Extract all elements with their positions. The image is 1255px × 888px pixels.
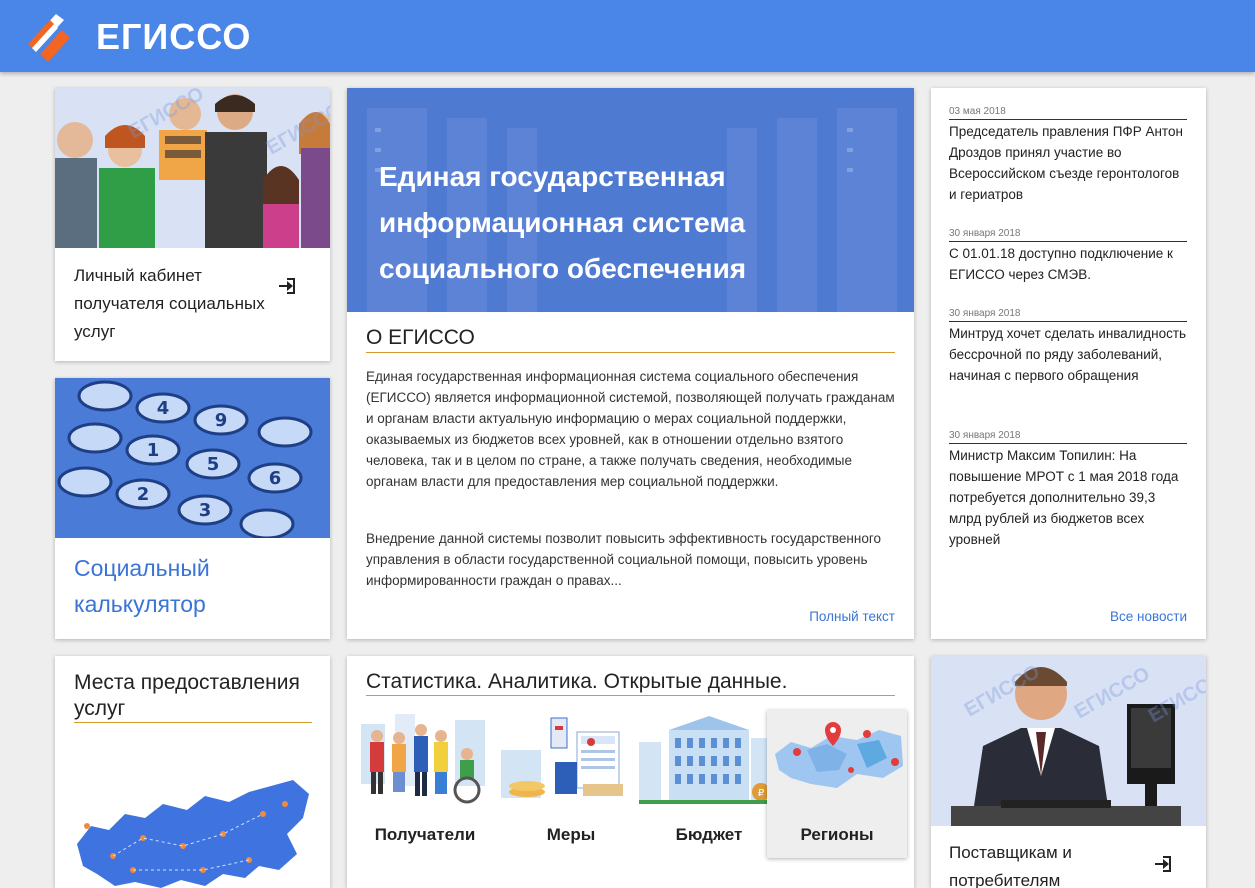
login-icon[interactable] xyxy=(277,276,297,296)
stat-tile-measures[interactable]: Меры xyxy=(501,710,641,858)
news-text[interactable]: Минтруд хочет сделать инвалидность бесср… xyxy=(949,323,1187,386)
hero-title: Единая государственная информационная си… xyxy=(379,161,747,284)
news-text[interactable]: С 01.01.18 доступно подключение к ЕГИССО… xyxy=(949,243,1187,285)
regions-illustration-icon xyxy=(775,722,903,788)
news-text[interactable]: Председатель правления ПФР Антон Дроздов… xyxy=(949,121,1187,205)
news-text[interactable]: Министр Максим Топилин: На повышение МРО… xyxy=(949,445,1187,550)
about-paragraph-2: Внедрение данной системы позволит повыси… xyxy=(366,531,881,588)
stat-tile-recipients[interactable]: Получатели xyxy=(355,710,495,858)
svg-text:1: 1 xyxy=(147,440,160,461)
measures-illustration-icon xyxy=(501,717,623,798)
calculator-title[interactable]: Социальный калькулятор xyxy=(74,550,314,622)
news-item[interactable]: 30 января 2018 С 01.01.18 доступно подкл… xyxy=(949,228,1187,285)
svg-text:₽: ₽ xyxy=(758,788,765,799)
about-card: Единая государственная информационная си… xyxy=(347,88,914,639)
egisso-logo-icon[interactable] xyxy=(22,8,74,64)
all-news-link[interactable]: Все новости xyxy=(1110,609,1187,624)
news-date: 30 января 2018 xyxy=(949,228,1187,242)
login-icon[interactable] xyxy=(1153,854,1173,874)
stat-tile-budget[interactable]: ₽ Бюджет xyxy=(639,710,779,858)
news-item[interactable]: 30 января 2018 Минтруд хочет сделать инв… xyxy=(949,308,1187,386)
news-date: 03 мая 2018 xyxy=(949,106,1187,120)
calculator-keys-photo: 4 9 1 5 6 2 3 xyxy=(55,378,330,540)
recipients-illustration-icon xyxy=(361,714,485,804)
stat-label[interactable]: Меры xyxy=(501,825,641,845)
places-title[interactable]: Места предоставления услуг xyxy=(74,670,312,723)
news-item[interactable]: 30 января 2018 Министр Максим Топилин: Н… xyxy=(949,430,1187,550)
logo-text[interactable]: ЕГИССО xyxy=(96,16,251,58)
server-room-banner: Единая государственная информационная си… xyxy=(347,88,914,312)
news-card: 03 мая 2018 Председатель правления ПФР А… xyxy=(931,88,1206,639)
cabinet-title[interactable]: Личный кабинет получателя социальных усл… xyxy=(74,262,274,346)
personal-cabinet-card[interactable]: ЕГИССО ЕГИССО Личный кабинет получателя … xyxy=(55,88,330,361)
budget-illustration-icon: ₽ xyxy=(639,716,779,804)
russia-map-icon xyxy=(77,780,309,888)
svg-text:3: 3 xyxy=(199,500,212,521)
svg-text:4: 4 xyxy=(157,398,170,419)
suppliers-card[interactable]: ЕГИССО ЕГИССО ЕГИССО Поставщикам и потре… xyxy=(931,656,1206,888)
statistics-card: Статистика. Аналитика. Открытые данные. … xyxy=(347,656,914,888)
about-paragraph-1: Единая государственная информационная си… xyxy=(366,369,895,489)
full-text-link[interactable]: Полный текст xyxy=(809,609,895,624)
official-at-computer-photo: ЕГИССО ЕГИССО ЕГИССО xyxy=(931,656,1206,826)
svg-text:6: 6 xyxy=(269,468,282,489)
stat-label[interactable]: Регионы xyxy=(767,825,907,845)
news-date: 30 января 2018 xyxy=(949,430,1187,444)
service-places-card[interactable]: Места предоставления услуг xyxy=(55,656,330,888)
svg-text:9: 9 xyxy=(215,410,228,431)
statistics-title: Статистика. Аналитика. Открытые данные. xyxy=(366,670,895,696)
suppliers-title[interactable]: Поставщикам и потребителям xyxy=(949,839,1149,888)
news-item[interactable]: 03 мая 2018 Председатель правления ПФР А… xyxy=(949,106,1187,205)
svg-text:2: 2 xyxy=(137,484,150,505)
calculator-card[interactable]: 4 9 1 5 6 2 3 Социальный калькулятор xyxy=(55,378,330,639)
stat-tile-regions[interactable]: Регионы xyxy=(767,710,907,858)
stat-label[interactable]: Бюджет xyxy=(639,825,779,845)
stat-label[interactable]: Получатели xyxy=(355,825,495,845)
svg-text:5: 5 xyxy=(207,454,220,475)
family-photo: ЕГИССО ЕГИССО xyxy=(55,88,330,248)
about-section-title: О ЕГИССО xyxy=(366,326,895,353)
top-header: ЕГИССО xyxy=(0,0,1255,72)
news-date: 30 января 2018 xyxy=(949,308,1187,322)
